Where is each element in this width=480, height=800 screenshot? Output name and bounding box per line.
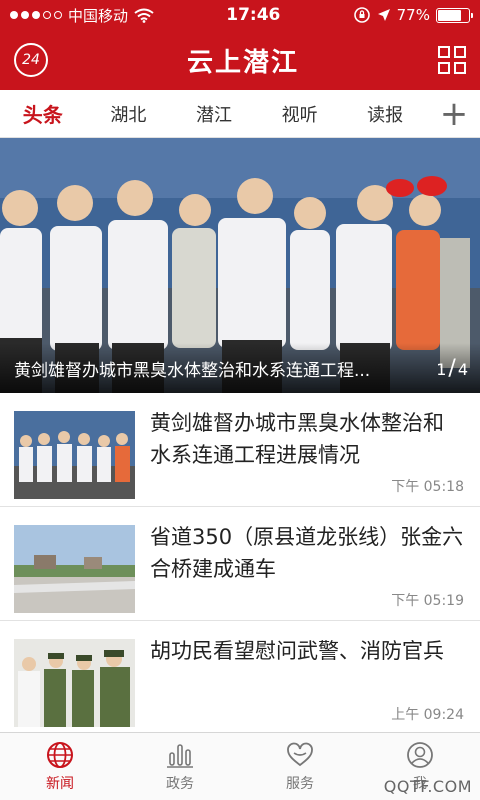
hero-page-current: 1 <box>436 360 447 379</box>
news-body: 省道350（原县道龙张线）张金六合桥建成通车 下午 05:19 <box>135 519 464 610</box>
news-thumbnail <box>14 525 135 613</box>
news-title: 省道350（原县道龙张线）张金六合桥建成通车 <box>150 525 464 581</box>
bottom-tab-service[interactable]: 服务 <box>240 733 360 800</box>
bottom-tab-label: 新闻 <box>46 775 74 792</box>
news-list: 黄剑雄督办城市黑臭水体整治和水系连通工程进展情况 下午 05:18 省道350（… <box>0 393 480 735</box>
status-bar: 中国移动 17:46 77% <box>0 0 480 30</box>
carrier-label: 中国移动 <box>68 6 129 25</box>
wifi-icon <box>134 8 154 23</box>
news-time: 下午 05:18 <box>391 479 464 495</box>
hero-carousel[interactable]: 黄剑雄督办城市黑臭水体整治和水系连通工程... 1 / 4 <box>0 138 480 393</box>
tab-newspaper[interactable]: 读报 <box>342 101 428 127</box>
tab-hubei[interactable]: 湖北 <box>86 101 172 127</box>
watermark: QQTF.COM <box>383 777 472 796</box>
badge-24-label: 24 <box>22 52 40 68</box>
grid-icon[interactable] <box>437 46 466 74</box>
clock: 17:46 <box>226 5 281 25</box>
status-right: 77% <box>353 6 473 24</box>
hero-pager: 1 / 4 <box>436 356 468 381</box>
pager-divider: / <box>448 356 456 381</box>
battery-percent: 77% <box>396 6 430 24</box>
bottom-tab-news[interactable]: 新闻 <box>0 733 120 800</box>
news-title: 黄剑雄督办城市黑臭水体整治和水系连通工程进展情况 <box>150 411 444 467</box>
tab-video[interactable]: 视听 <box>257 101 343 127</box>
news-item[interactable]: 省道350（原县道龙张线）张金六合桥建成通车 下午 05:19 <box>0 507 480 621</box>
header-area: 中国移动 17:46 77% 24 云上潜江 <box>0 0 480 90</box>
app-title: 云上潜江 <box>186 47 299 78</box>
news-body: 胡功民看望慰问武警、消防官兵 上午 09:24 <box>135 633 464 724</box>
news-thumbnail <box>14 411 135 499</box>
status-left: 中国移动 <box>10 5 154 26</box>
news-item[interactable]: 胡功民看望慰问武警、消防官兵 上午 09:24 <box>0 621 480 735</box>
nav-bar: 24 云上潜江 <box>0 30 480 90</box>
tab-qianjiang[interactable]: 潜江 <box>171 101 257 127</box>
news-time: 上午 09:24 <box>391 707 464 723</box>
channel-tabs: 头条 湖北 潜江 视听 读报 + <box>0 90 480 138</box>
24h-icon[interactable]: 24 <box>14 43 48 77</box>
hero-caption: 黄剑雄督办城市黑臭水体整治和水系连通工程... 1 / 4 <box>0 343 480 393</box>
app-screen: 中国移动 17:46 77% 24 云上潜江 头条 湖北 潜江 视听 读报 + … <box>0 0 480 800</box>
news-thumbnail <box>14 639 135 727</box>
bottom-tab-government[interactable]: 政务 <box>120 733 240 800</box>
news-title: 胡功民看望慰问武警、消防官兵 <box>150 639 444 663</box>
hero-page-total: 4 <box>457 360 468 379</box>
add-tab-button[interactable]: + <box>428 97 480 131</box>
rotation-lock-icon <box>353 7 370 23</box>
bottom-tab-label: 服务 <box>286 775 314 792</box>
bar-chart-icon <box>167 743 193 768</box>
battery-icon <box>435 7 473 23</box>
tab-headlines[interactable]: 头条 <box>0 99 86 128</box>
news-body: 黄剑雄督办城市黑臭水体整治和水系连通工程进展情况 下午 05:18 <box>135 405 464 496</box>
hero-title[interactable]: 黄剑雄督办城市黑臭水体整治和水系连通工程... <box>14 356 436 381</box>
heart-icon <box>287 742 313 766</box>
user-icon <box>407 741 433 768</box>
signal-icon <box>10 11 62 19</box>
news-time: 下午 05:19 <box>391 593 464 609</box>
battery-level <box>437 9 462 21</box>
globe-icon <box>47 741 73 768</box>
news-item[interactable]: 黄剑雄督办城市黑臭水体整治和水系连通工程进展情况 下午 05:18 <box>0 393 480 507</box>
location-icon <box>377 9 390 21</box>
bottom-tab-label: 政务 <box>166 775 194 792</box>
